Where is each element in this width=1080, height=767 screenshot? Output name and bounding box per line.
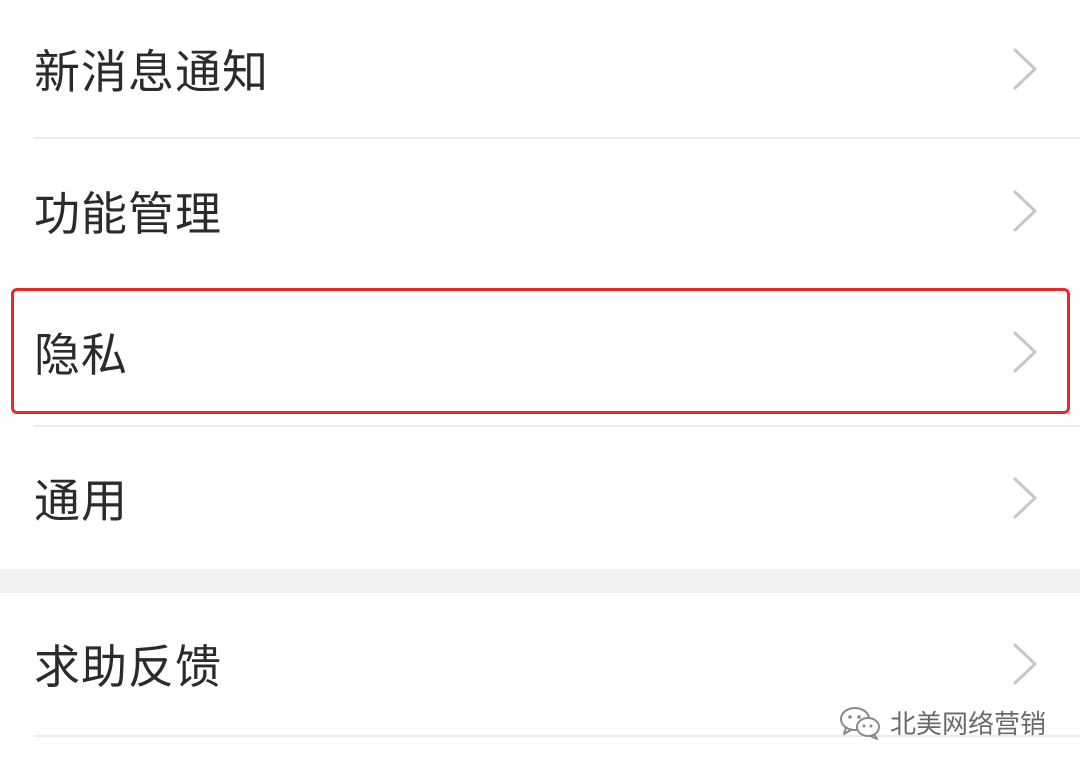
wechat-icon <box>839 706 880 740</box>
settings-item-general[interactable]: 通用 <box>0 427 1080 569</box>
settings-item-feature-management[interactable]: 功能管理 <box>0 139 1080 283</box>
chevron-right-icon <box>1013 48 1037 89</box>
settings-screen: 新消息通知 功能管理 隐私 通用 求助反馈 北美网络营销 <box>0 0 1080 767</box>
chevron-right-icon <box>1013 190 1037 232</box>
privacy-highlight-box <box>11 288 1070 414</box>
settings-item-label: 功能管理 <box>34 187 222 241</box>
watermark: 北美网络营销 <box>838 704 1046 741</box>
watermark-text: 北美网络营销 <box>889 710 1046 740</box>
settings-item-new-message-notification[interactable]: 新消息通知 <box>0 0 1080 137</box>
settings-item-label: 通用 <box>34 474 128 528</box>
chevron-right-icon <box>1013 643 1037 685</box>
settings-item-label: 新消息通知 <box>34 44 269 99</box>
chevron-right-icon <box>1013 477 1037 519</box>
settings-item-label: 求助反馈 <box>34 640 222 694</box>
section-gap <box>0 569 1080 593</box>
